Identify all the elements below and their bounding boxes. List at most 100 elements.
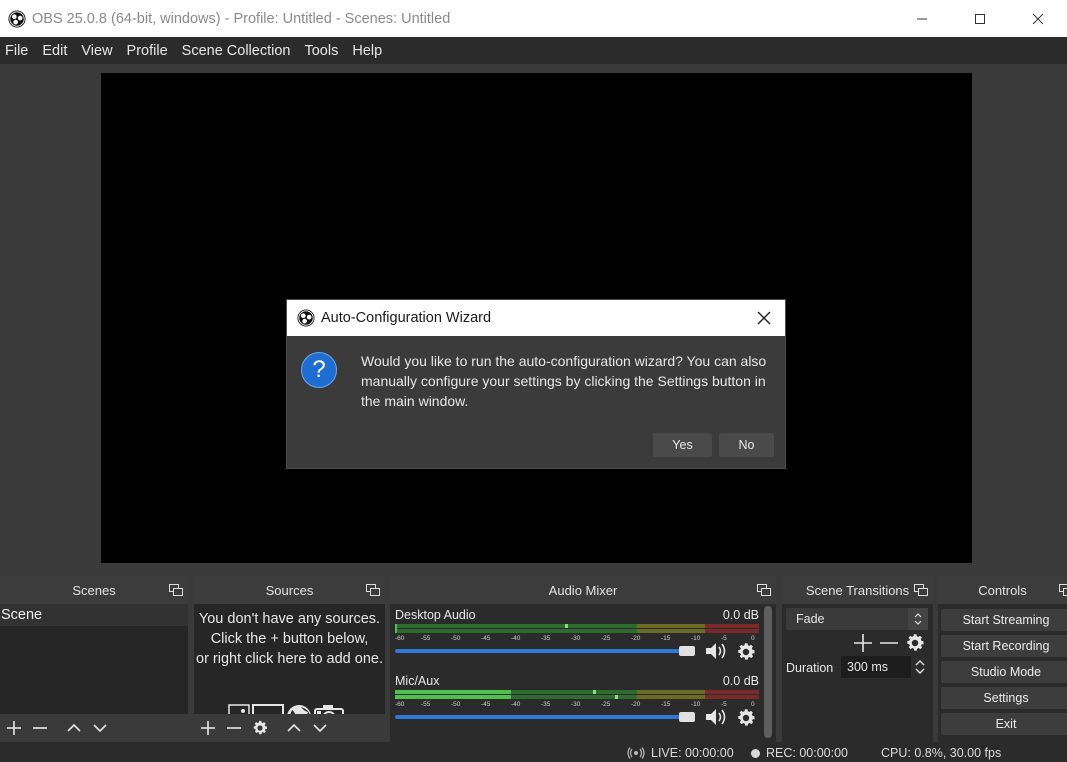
- tick-label: -25: [601, 635, 611, 642]
- float-dock-icon[interactable]: [169, 584, 183, 596]
- plus-icon[interactable]: [852, 632, 874, 654]
- chevron-down-icon: [93, 724, 107, 733]
- add-source-button[interactable]: [197, 717, 219, 739]
- tick-label: -60: [395, 635, 405, 642]
- volume-slider[interactable]: [395, 644, 695, 658]
- duration-label: Duration: [786, 661, 834, 675]
- tick-label: -35: [541, 635, 551, 642]
- float-dock-icon[interactable]: [914, 584, 928, 596]
- minus-icon: [33, 727, 47, 729]
- transitions-body: Fade Duration 300 ms: [782, 604, 933, 742]
- duration-input[interactable]: 300 ms: [841, 656, 911, 678]
- remove-source-button[interactable]: [223, 717, 245, 739]
- gear-icon[interactable]: [904, 632, 926, 654]
- no-button[interactable]: No: [719, 433, 774, 457]
- chevron-up-icon: [287, 723, 301, 732]
- live-time: LIVE: 00:00:00: [651, 746, 734, 760]
- transition-select[interactable]: Fade: [786, 608, 928, 630]
- list-item[interactable]: Scene: [0, 604, 188, 626]
- updown-icon: [914, 613, 922, 625]
- mixer-body: Desktop Audio 0.0 dB -60 -55 -50 -45 -40 -35 -…: [390, 604, 776, 742]
- globe-icon: [287, 705, 311, 714]
- settings-button[interactable]: Settings: [941, 687, 1067, 709]
- controls-header: Controls: [938, 576, 1067, 604]
- tick-label: -5: [721, 635, 727, 642]
- rec-time: REC: 00:00:00: [766, 746, 848, 760]
- mixer-scrollbar[interactable]: [764, 606, 772, 738]
- mixer-channel-desktop-audio: Desktop Audio 0.0 dB -60 -55 -50 -45 -40 -35 -…: [395, 604, 759, 664]
- add-scene-button[interactable]: [3, 717, 25, 739]
- minus-icon[interactable]: [878, 632, 900, 654]
- scene-transitions-dock: Scene Transitions Fade Duration 300 ms: [782, 576, 933, 742]
- empty-hint-line: You don't have any sources.: [198, 611, 381, 627]
- volume-slider[interactable]: [395, 710, 695, 724]
- dialog-close-icon[interactable]: [755, 309, 773, 327]
- obs-logo-icon: [297, 309, 315, 327]
- menu-tools[interactable]: Tools: [301, 43, 346, 59]
- question-icon: ?: [301, 352, 337, 388]
- dialog-title-bar: Auto-Configuration Wizard: [287, 300, 785, 336]
- start-streaming-button[interactable]: Start Streaming: [941, 609, 1067, 631]
- menu-file[interactable]: File: [2, 43, 36, 59]
- maximize-icon: [975, 13, 985, 24]
- plus-icon: [7, 721, 21, 735]
- record-dot-icon: [751, 748, 760, 758]
- transitions-header: Scene Transitions: [782, 576, 933, 604]
- chevron-down-icon: [313, 724, 327, 733]
- audio-mixer-dock: Audio Mixer Desktop Audio 0.0 dB -60 -55 -…: [390, 576, 776, 742]
- tick-label: -40: [511, 635, 521, 642]
- volume-meter: [395, 624, 759, 633]
- move-source-down-button[interactable]: [309, 717, 331, 739]
- chevron-down-icon[interactable]: [914, 667, 926, 676]
- dialog-message: Would you like to run the auto-configura…: [361, 353, 767, 409]
- maximize-button[interactable]: [951, 0, 1009, 37]
- sources-dock: Sources You don't have any sources. Clic…: [194, 576, 385, 742]
- float-dock-icon[interactable]: [366, 584, 380, 596]
- minus-icon: [227, 727, 241, 729]
- transition-tools: [852, 632, 926, 654]
- yes-button[interactable]: Yes: [653, 433, 712, 457]
- image-icon: [228, 704, 250, 714]
- float-dock-icon[interactable]: [757, 584, 771, 596]
- plus-icon: [201, 721, 215, 735]
- minimize-button[interactable]: [893, 0, 951, 37]
- tick-label: -20: [631, 701, 641, 708]
- move-source-up-button[interactable]: [283, 717, 305, 739]
- duration-value: 300 ms: [847, 660, 888, 674]
- chevron-up-icon[interactable]: [914, 658, 926, 667]
- source-properties-button[interactable]: [249, 717, 271, 739]
- remove-scene-button[interactable]: [29, 717, 51, 739]
- tick-label: -50: [451, 701, 461, 708]
- scrollbar-thumb[interactable]: [764, 606, 772, 738]
- channel-name: Mic/Aux: [395, 674, 440, 688]
- empty-hint-line: or right click here to add one.: [196, 651, 383, 667]
- channel-db: 0.0 dB: [722, 674, 759, 688]
- tick-label: -40: [511, 701, 521, 708]
- speaker-icon[interactable]: [705, 708, 729, 726]
- speaker-icon[interactable]: [705, 642, 729, 660]
- controls-dock: Controls Start Streaming Start Recording…: [938, 576, 1067, 742]
- menu-bar: File Edit View Profile Scene Collection …: [0, 37, 1067, 64]
- scenes-list[interactable]: Scene: [0, 604, 188, 714]
- menu-view[interactable]: View: [78, 43, 120, 59]
- exit-button[interactable]: Exit: [941, 713, 1067, 735]
- menu-edit[interactable]: Edit: [39, 43, 75, 59]
- move-scene-up-button[interactable]: [63, 717, 85, 739]
- duration-spinner[interactable]: [912, 656, 928, 678]
- menu-help[interactable]: Help: [349, 43, 390, 59]
- close-icon: [1032, 13, 1044, 24]
- move-scene-down-button[interactable]: [89, 717, 111, 739]
- close-window-button[interactable]: [1009, 0, 1067, 37]
- studio-mode-button[interactable]: Studio Mode: [941, 661, 1067, 683]
- gear-icon[interactable]: [735, 641, 757, 663]
- float-dock-icon[interactable]: [1059, 584, 1067, 596]
- controls-title: Controls: [978, 582, 1027, 598]
- menu-scene-collection[interactable]: Scene Collection: [179, 43, 299, 59]
- sources-empty-hint[interactable]: You don't have any sources. Click the + …: [194, 604, 385, 714]
- start-recording-button[interactable]: Start Recording: [941, 635, 1067, 657]
- chevron-up-icon: [67, 723, 81, 732]
- tick-label: -10: [691, 635, 701, 642]
- menu-profile[interactable]: Profile: [124, 43, 176, 59]
- gear-icon[interactable]: [735, 707, 757, 729]
- tick-label: -15: [661, 701, 671, 708]
